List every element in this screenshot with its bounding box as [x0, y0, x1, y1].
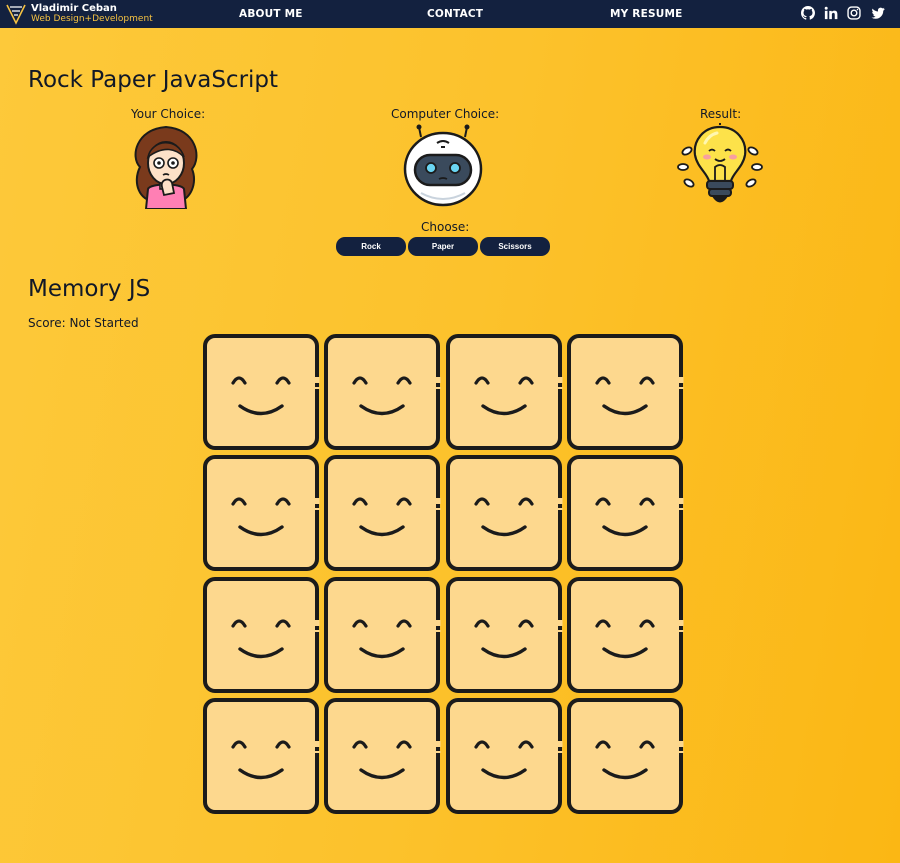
memory-card[interactable]	[445, 576, 563, 694]
smiley-face-icon	[203, 455, 320, 572]
smiley-face-icon	[566, 576, 684, 693]
memory-card[interactable]	[202, 454, 320, 572]
rps-title: Rock Paper JavaScript	[28, 67, 279, 93]
memory-card[interactable]	[323, 576, 441, 694]
paper-button[interactable]: Paper	[408, 237, 478, 256]
smiley-face-icon	[445, 576, 563, 693]
github-icon[interactable]	[801, 6, 815, 20]
smiley-face-icon	[203, 334, 320, 450]
memory-card[interactable]	[566, 333, 684, 451]
smiley-face-icon	[445, 455, 563, 572]
memory-card[interactable]	[445, 333, 563, 451]
memory-card[interactable]	[323, 454, 441, 572]
navbar: Vladimir Ceban Web Design+Development AB…	[0, 0, 900, 28]
memory-card[interactable]	[202, 697, 320, 815]
brand[interactable]: Vladimir Ceban Web Design+Development	[5, 3, 153, 25]
brand-name: Vladimir Ceban	[31, 3, 117, 14]
linkedin-icon[interactable]	[824, 6, 838, 20]
robot-icon	[403, 124, 483, 207]
smiley-face-icon	[324, 697, 441, 814]
memory-card[interactable]	[445, 454, 563, 572]
smiley-face-icon	[203, 697, 320, 814]
your-choice-label: Your Choice:	[131, 107, 206, 121]
nav-link-about-me[interactable]: ABOUT ME	[239, 8, 303, 20]
nav-link-my-resume[interactable]: MY RESUME	[610, 8, 682, 20]
smiley-face-icon	[566, 697, 684, 814]
memory-title: Memory JS	[28, 276, 151, 302]
smiley-face-icon	[445, 334, 563, 450]
brand-tagline: Web Design+Development	[31, 14, 153, 24]
memory-card[interactable]	[566, 697, 684, 815]
memory-card[interactable]	[566, 576, 684, 694]
lightbulb-icon	[677, 123, 763, 203]
memory-card[interactable]	[202, 576, 320, 694]
brand-logo-icon	[6, 4, 26, 25]
memory-card[interactable]	[566, 454, 684, 572]
smiley-face-icon	[324, 576, 441, 693]
nav-link-contact[interactable]: CONTACT	[427, 8, 483, 20]
twitter-icon[interactable]	[871, 6, 885, 20]
smiley-face-icon	[203, 576, 320, 693]
memory-grid	[202, 333, 684, 815]
smiley-face-icon	[566, 455, 684, 572]
instagram-icon[interactable]	[847, 6, 861, 20]
smiley-face-icon	[324, 455, 441, 572]
thinking-girl-icon	[134, 125, 198, 209]
computer-choice-label: Computer Choice:	[391, 107, 500, 121]
memory-card[interactable]	[323, 697, 441, 815]
rock-button[interactable]: Rock	[336, 237, 406, 256]
memory-card[interactable]	[323, 333, 441, 451]
result-label: Result:	[700, 107, 742, 121]
smiley-face-icon	[445, 697, 563, 814]
scissors-button[interactable]: Scissors	[480, 237, 550, 256]
choose-label: Choose:	[421, 220, 470, 234]
smiley-face-icon	[566, 334, 684, 450]
smiley-face-icon	[324, 334, 441, 450]
memory-card[interactable]	[202, 333, 320, 451]
memory-card[interactable]	[445, 697, 563, 815]
memory-score: Score: Not Started	[28, 316, 139, 330]
